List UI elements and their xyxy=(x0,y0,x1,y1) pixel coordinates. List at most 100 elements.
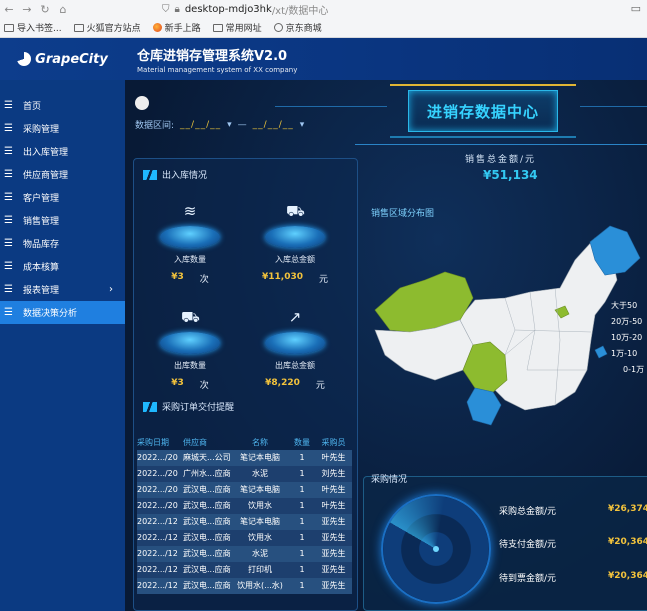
home-icon[interactable]: ⌂ xyxy=(54,3,72,16)
table-cell: 广州水...应商 xyxy=(183,469,231,479)
table-cell: 亚先生 xyxy=(321,533,346,543)
stat-out-amount: ↗ 出库总金额 ¥8,220 元 xyxy=(265,306,325,391)
table-row[interactable]: 2022.../12 武汉电...应商 笔记本电脑 1 亚先生 xyxy=(137,514,352,530)
app-title: 仓库进销存管理系统V2.0 xyxy=(137,48,288,64)
dashboard: 数据区间: __/__/__ ▾ — __/__/__ ▾ 进销存数据中心 销售… xyxy=(125,80,647,611)
section-marker-icon xyxy=(143,169,157,180)
table-cell: 武汉电...应商 xyxy=(183,485,231,495)
date-to-input[interactable]: __/__/__ xyxy=(253,120,294,130)
menu-icon: ☰ xyxy=(4,123,13,134)
table-cell: 2022.../12 xyxy=(137,581,178,591)
table-cell: 1 xyxy=(299,501,305,511)
date-label: 数据区间: xyxy=(135,121,175,131)
table-cell: 2022.../12 xyxy=(137,517,178,527)
menu-icon: ☰ xyxy=(4,215,13,226)
sidebar-item-supplier[interactable]: ☰ 供应商管理 xyxy=(0,163,125,186)
sidebar-item-reports[interactable]: ☰ 报表管理 › xyxy=(0,278,125,301)
table-row[interactable]: 2022.../20 武汉电...应商 笔记本电脑 1 叶先生 xyxy=(137,482,352,498)
table-cell: 2022.../12 xyxy=(137,533,178,543)
firefox-icon xyxy=(152,23,162,32)
sidebar-item-home[interactable]: ☰ 首页 xyxy=(0,94,125,117)
table-cell: 叶先生 xyxy=(321,453,346,463)
chevron-right-icon: › xyxy=(109,284,113,295)
forward-icon[interactable]: → xyxy=(18,3,36,16)
table-cell: 水泥 xyxy=(252,549,268,559)
table-cell: 武汉电...应商 xyxy=(183,565,231,575)
table-cell: 2022.../12 xyxy=(137,549,178,559)
stat-pod: ↗ xyxy=(265,306,325,354)
table-cell: 饮用水 xyxy=(248,533,272,543)
trend-up-icon: ↗ xyxy=(288,308,302,326)
bookmark-import[interactable]: 导入书签... xyxy=(4,21,62,34)
folder-icon xyxy=(212,23,223,32)
browser-chrome: ← → ↻ ⌂ ⛉ 🔒︎ desktop-mdjo3hk/xt/数据中心 ▭ 导… xyxy=(0,0,647,38)
table-cell: 饮用水 xyxy=(248,501,272,511)
table-row[interactable]: 2022.../20 广州水...应商 水泥 1 刘先生 xyxy=(137,466,352,482)
table-cell: 1 xyxy=(299,565,305,575)
bookmark-common[interactable]: 常用网址 xyxy=(212,21,262,34)
table-header: 采购日期 供应商 名称 数量 采购员 xyxy=(137,437,346,447)
back-icon[interactable]: ← xyxy=(0,3,18,16)
table-row[interactable]: 2022.../12 武汉电...应商 打印机 1 亚先生 xyxy=(137,562,352,578)
reload-icon[interactable]: ↻ xyxy=(36,3,54,16)
table-cell: 饮用水(...水) xyxy=(237,581,283,591)
table-cell: 2022.../20 xyxy=(137,501,178,511)
table-row[interactable]: 2022.../20 武汉电...应商 饮用水 1 叶先生 xyxy=(137,498,352,514)
sidebar-item-cost[interactable]: ☰ 成本核算 xyxy=(0,255,125,278)
table-cell: 笔记本电脑 xyxy=(240,453,280,463)
table-cell: 2022.../20 xyxy=(137,485,178,495)
sidebar-item-purchase[interactable]: ☰ 采购管理 xyxy=(0,117,125,140)
bookmark-jd[interactable]: 京东商城 xyxy=(273,21,322,34)
sidebar-item-customer[interactable]: ☰ 客户管理 xyxy=(0,186,125,209)
stat-out-count: ⛟ 出库数量 ¥3 次 xyxy=(135,306,245,391)
table-cell: 武汉电...应商 xyxy=(183,501,231,511)
table-cell: 水泥 xyxy=(252,469,268,479)
stat-pod: ⛟ xyxy=(265,200,325,248)
table-cell: 2022.../20 xyxy=(137,469,178,479)
table-cell: 1 xyxy=(299,533,305,543)
palette-icon[interactable] xyxy=(135,96,149,110)
purchase-title: 采购情况 xyxy=(371,475,408,485)
table-cell: 刘先生 xyxy=(321,469,346,479)
table-cell: 1 xyxy=(299,549,305,559)
total-sales-value: ¥51,134 xyxy=(483,168,538,182)
menu-icon: ☰ xyxy=(4,238,13,249)
calendar-dropdown-icon[interactable]: ▾ xyxy=(300,120,305,130)
table-row[interactable]: 2022.../12 武汉电...应商 饮用水 1 亚先生 xyxy=(137,530,352,546)
address-bar[interactable]: ⛉ 🔒︎ desktop-mdjo3hk/xt/数据中心 xyxy=(162,2,328,17)
purchase-pending-pay: 待支付金额/元 ¥20,364 xyxy=(499,537,647,550)
table-cell: 2022.../20 xyxy=(137,453,178,463)
date-from-input[interactable]: __/__/__ xyxy=(180,120,221,130)
folder-icon xyxy=(73,23,84,32)
radar-graphic xyxy=(381,494,491,604)
calendar-dropdown-icon[interactable]: ▾ xyxy=(227,120,232,130)
address-path: /xt/数据中心 xyxy=(271,5,329,17)
table-row[interactable]: 2022.../20 麻城天...公司 笔记本电脑 1 叶先生 xyxy=(137,450,352,466)
table-cell: 1 xyxy=(299,517,305,527)
sidebar-item-sales[interactable]: ☰ 销售管理 xyxy=(0,209,125,232)
table-row[interactable]: 2022.../12 武汉电...应商 水泥 1 亚先生 xyxy=(137,546,352,562)
hud-line xyxy=(275,106,387,107)
bookmark-firefox[interactable]: 火狐官方站点 xyxy=(73,21,141,34)
app-header: GrapeCity 仓库进销存管理系统V2.0 Material managem… xyxy=(0,38,647,80)
date-separator: — xyxy=(237,119,247,130)
cart-icon: ⛟ xyxy=(286,202,305,220)
sidebar-item-analysis[interactable]: ☰ 数据决策分析 xyxy=(0,301,125,324)
sidebar-item-inout[interactable]: ☰ 出入库管理 xyxy=(0,140,125,163)
table-cell: 1 xyxy=(299,581,305,591)
table-cell: 1 xyxy=(299,485,305,495)
layers-icon: ≋ xyxy=(183,202,197,220)
total-sales-label: 销售总金额/元 xyxy=(465,155,537,165)
truck-icon: ⛟ xyxy=(181,308,200,326)
app-subtitle: Material management system of XX company xyxy=(137,65,298,74)
window-menu-icon[interactable]: ▭ xyxy=(631,2,641,15)
menu-icon: ☰ xyxy=(4,284,13,295)
section-marker-icon xyxy=(143,401,157,412)
menu-icon: ☰ xyxy=(4,100,13,111)
bookmark-getting-started[interactable]: 新手上路 xyxy=(152,21,201,34)
table-row[interactable]: 2022.../12 武汉电...应商 饮用水(...水) 1 亚先生 xyxy=(137,578,352,594)
logo: GrapeCity xyxy=(0,52,125,67)
globe-icon xyxy=(273,23,283,32)
menu-icon: ☰ xyxy=(4,261,13,272)
sidebar-item-inventory[interactable]: ☰ 物品库存 xyxy=(0,232,125,255)
